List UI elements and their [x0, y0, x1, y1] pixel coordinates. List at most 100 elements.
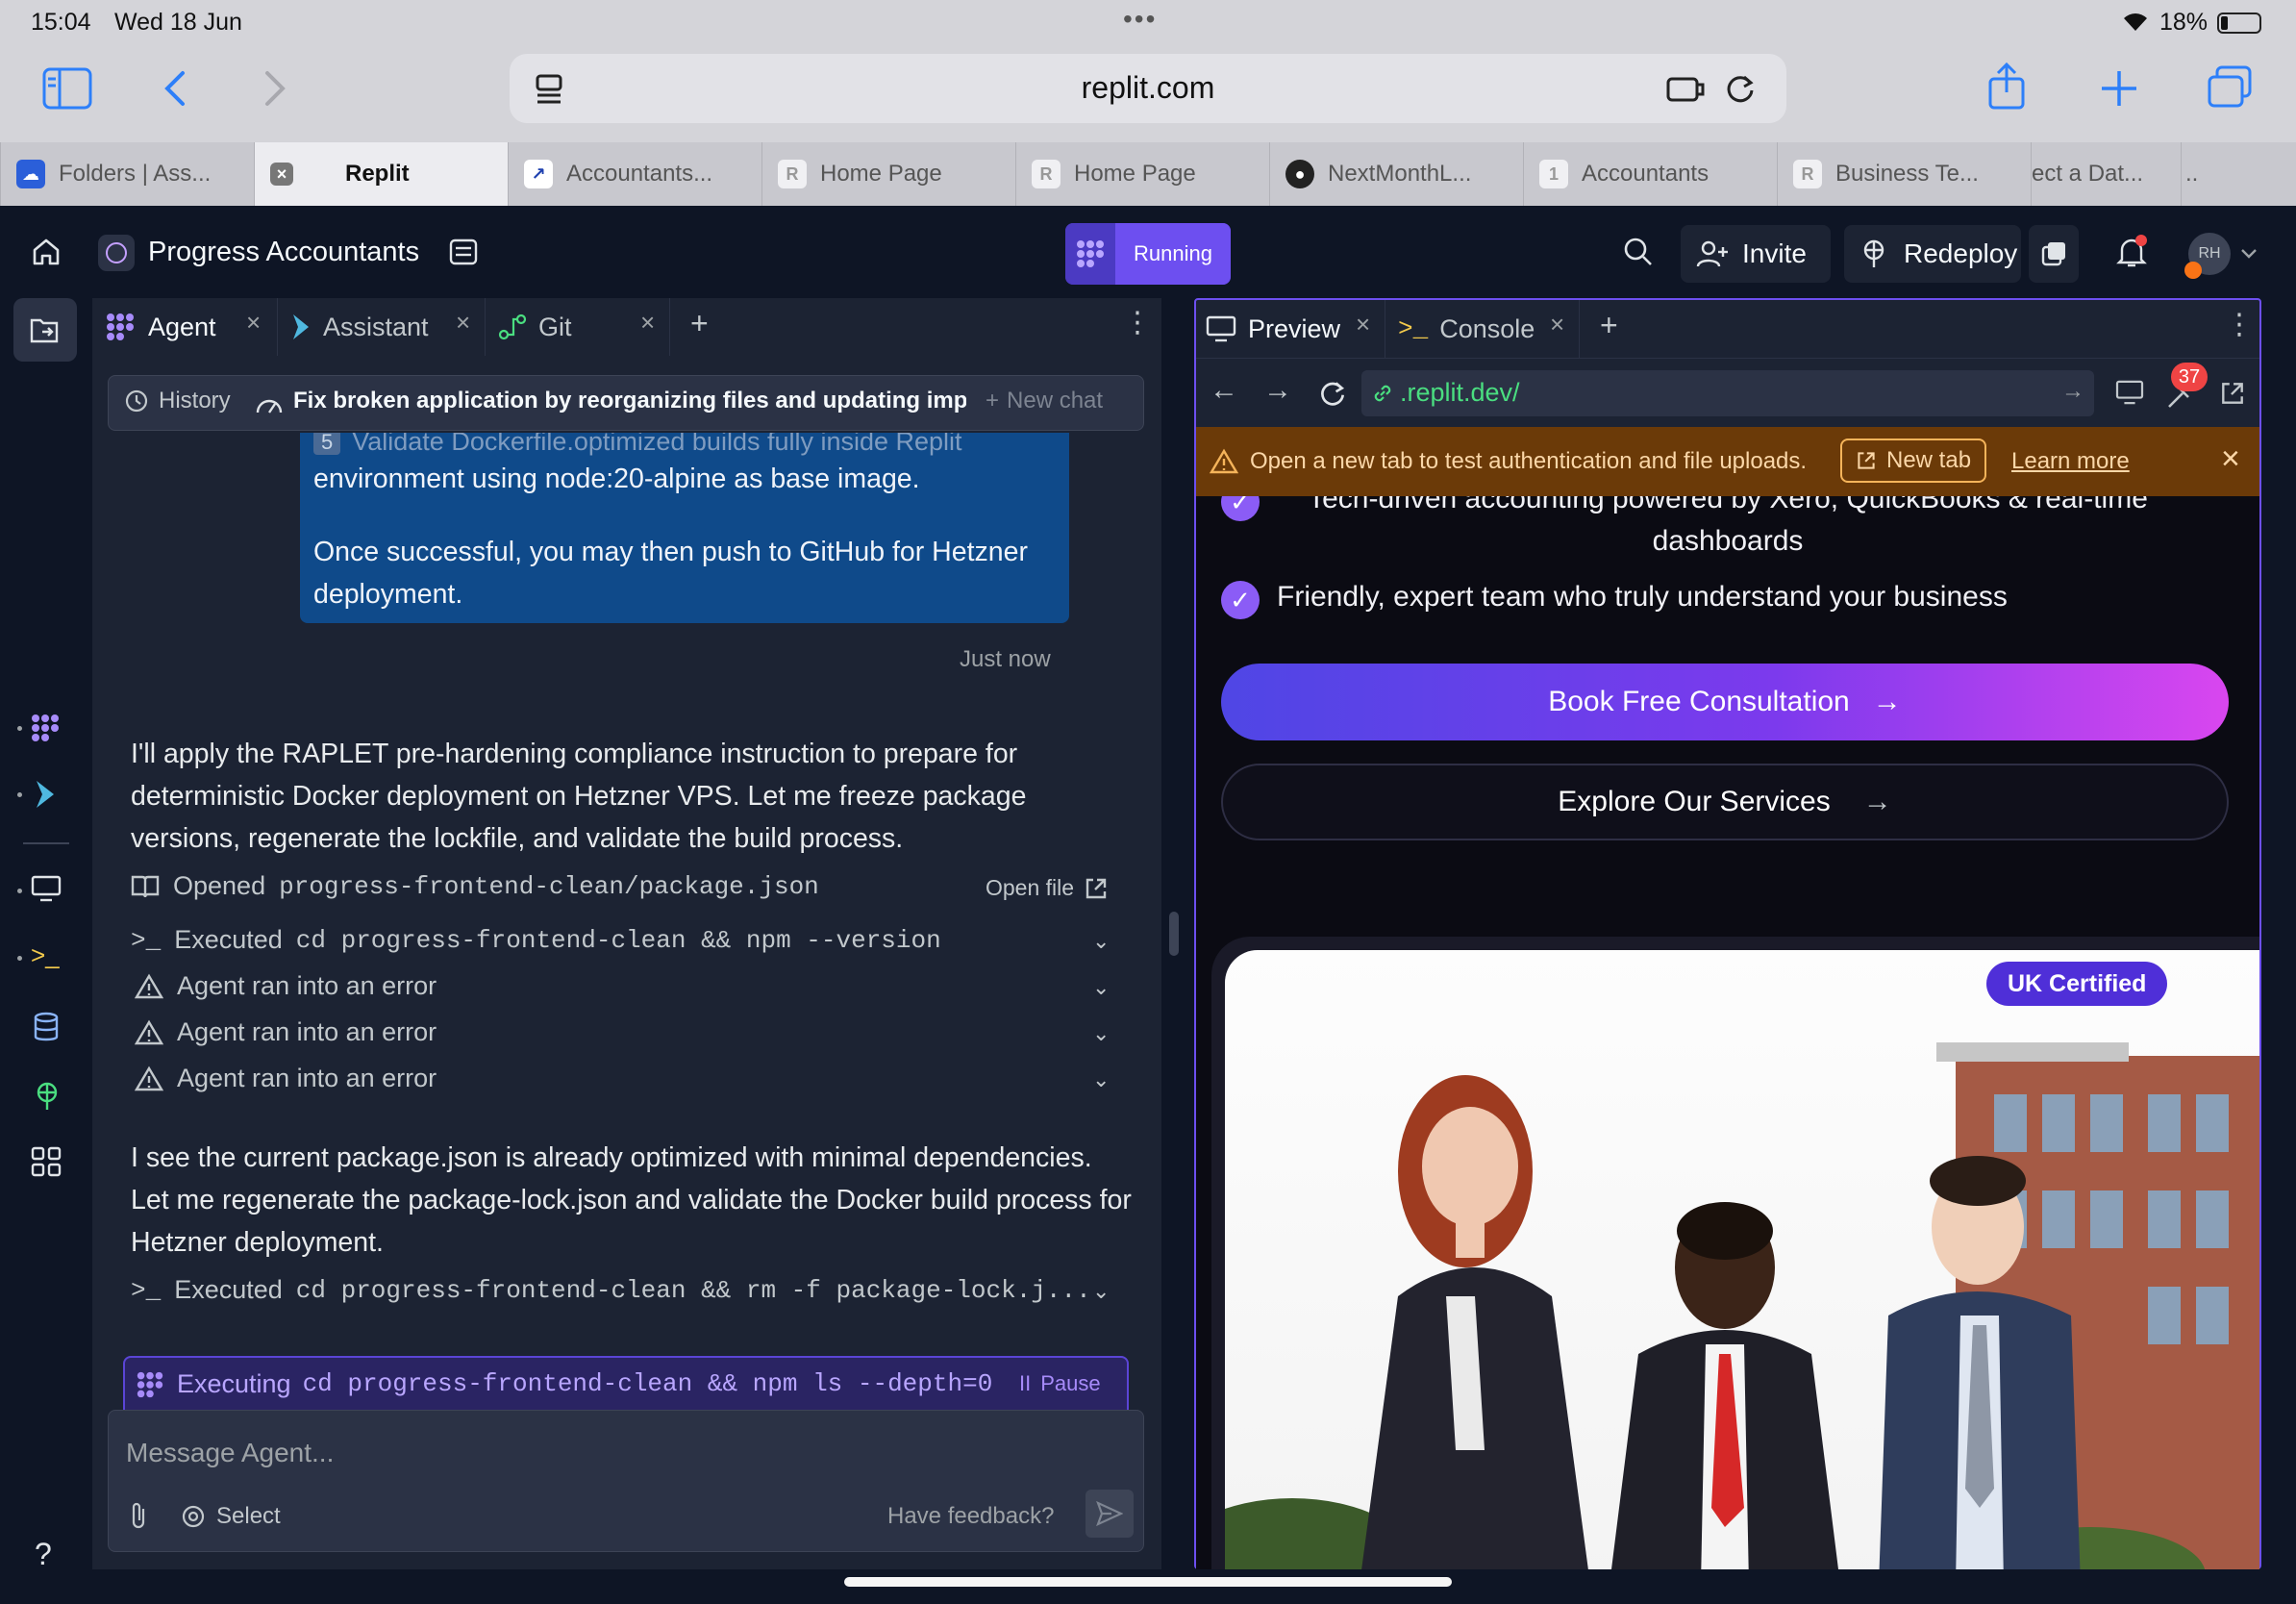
opened-file-row[interactable]: Opened progress-frontend-clean/package.j…	[131, 871, 819, 901]
extension-icon[interactable]	[1665, 73, 1706, 106]
close-icon[interactable]: ×	[246, 308, 261, 338]
close-icon[interactable]: ×	[1356, 310, 1370, 339]
run-status-button[interactable]: Running	[1065, 223, 1231, 285]
select-element-button[interactable]: Select	[180, 1503, 281, 1530]
tab-git[interactable]: Git	[498, 300, 572, 354]
deploy-status-button[interactable]	[2029, 225, 2079, 283]
help-icon[interactable]: ?	[35, 1537, 52, 1572]
arrow-right-icon: →	[1862, 786, 1892, 817]
files-rail-button[interactable]	[13, 298, 77, 362]
more-menu-icon[interactable]: ⋮	[2225, 308, 2254, 341]
invite-button[interactable]: Invite	[1681, 225, 1831, 283]
explore-services-button[interactable]: Explore Our Services →	[1221, 764, 2229, 840]
browser-tab[interactable]: R Business Te...	[1777, 142, 2031, 206]
message-input[interactable]: Message Agent...	[126, 1438, 334, 1468]
tab-overview-icon[interactable]	[2208, 65, 2254, 110]
database-rail-icon[interactable]	[33, 1012, 60, 1042]
warning-icon	[135, 973, 163, 998]
back-icon[interactable]: ←	[1210, 374, 1238, 407]
action-target: progress-frontend-clean/package.json	[279, 871, 819, 901]
executed-command-row[interactable]: >_ Executed cd progress-frontend-clean &…	[131, 1275, 1091, 1305]
history-button[interactable]: History	[124, 388, 231, 414]
browser-tab[interactable]: ..	[2181, 142, 2246, 206]
reload-icon[interactable]	[1723, 71, 1758, 106]
browser-tab[interactable]: ☁ Folders | Ass...	[0, 142, 254, 206]
agent-rail-icon[interactable]	[29, 712, 62, 744]
sidebar-icon[interactable]	[42, 67, 92, 110]
redeploy-button[interactable]: Redeploy	[1844, 225, 2021, 283]
tab-preview[interactable]: Preview	[1206, 302, 1340, 356]
open-new-window-icon[interactable]	[2219, 380, 2246, 407]
new-tab-icon[interactable]	[2100, 69, 2138, 108]
tab-label: ect a Dat...	[2032, 161, 2144, 187]
send-button[interactable]	[1086, 1490, 1134, 1538]
pause-label: Pause	[1040, 1371, 1101, 1395]
search-icon[interactable]	[1623, 237, 1654, 267]
reload-icon[interactable]	[1317, 378, 1348, 409]
apps-grid-icon[interactable]	[31, 1146, 62, 1177]
multitask-dots-icon[interactable]: •••	[1123, 4, 1157, 35]
device-icon[interactable]	[2115, 380, 2144, 405]
project-logo-icon[interactable]	[98, 235, 135, 271]
paperclip-icon[interactable]	[128, 1501, 149, 1532]
chevron-down-icon[interactable]: ⌄	[1092, 1021, 1110, 1046]
browser-tab[interactable]: ↗ Accountants...	[508, 142, 761, 206]
more-menu-icon[interactable]: ⋮	[1123, 306, 1152, 339]
preview-rail-icon[interactable]	[31, 875, 62, 902]
home-indicator[interactable]	[844, 1577, 1452, 1587]
executed-command-row[interactable]: >_ Executed cd progress-frontend-clean &…	[131, 925, 941, 955]
go-arrow-icon[interactable]: →	[2061, 378, 2084, 405]
book-consultation-button[interactable]: Book Free Consultation →	[1221, 664, 2229, 740]
close-icon[interactable]: ×	[640, 308, 655, 338]
project-name[interactable]: Progress Accountants	[148, 237, 419, 268]
forward-icon[interactable]: →	[1263, 374, 1292, 407]
feedback-link[interactable]: Have feedback?	[887, 1503, 1054, 1530]
console-rail-icon[interactable]: >_	[31, 940, 60, 970]
browser-tab-active[interactable]: × Replit	[254, 142, 508, 206]
close-tab-icon[interactable]: ×	[270, 163, 293, 186]
assistant-rail-icon[interactable]	[33, 779, 58, 810]
redeploy-label: Redeploy	[1904, 238, 2018, 268]
project-menu-icon[interactable]	[448, 237, 479, 267]
pause-button[interactable]: II Pause	[1019, 1371, 1101, 1396]
new-chat-button[interactable]: + New chat	[986, 388, 1103, 414]
action-target: cd progress-frontend-clean && rm -f pack…	[295, 1275, 1091, 1305]
pane-resize-handle[interactable]	[1169, 912, 1179, 956]
add-tab-icon[interactable]: +	[690, 306, 709, 341]
tab-agent[interactable]: Agent	[104, 300, 216, 354]
chevron-down-icon[interactable]	[2240, 248, 2258, 260]
chevron-down-icon[interactable]: ⌄	[1092, 929, 1110, 954]
browser-tab[interactable]: ● NextMonthL...	[1269, 142, 1523, 206]
browser-tab[interactable]: R Home Page	[1015, 142, 1269, 206]
add-user-icon	[1696, 240, 1728, 267]
tab-label: Agent	[148, 312, 216, 341]
browser-tab[interactable]: ect a Dat...	[2031, 142, 2181, 206]
forward-icon[interactable]	[262, 69, 288, 108]
error-row[interactable]: Agent ran into an error	[135, 1017, 437, 1047]
chevron-down-icon[interactable]: ⌄	[1092, 1279, 1110, 1304]
deployments-rail-icon[interactable]	[33, 1081, 62, 1112]
chat-title[interactable]: Fix broken application by reorganizing f…	[293, 388, 966, 414]
chevron-down-icon[interactable]: ⌄	[1092, 975, 1110, 1000]
close-icon[interactable]: ×	[456, 308, 470, 338]
error-row[interactable]: Agent ran into an error	[135, 1064, 437, 1093]
close-icon[interactable]: ×	[1550, 310, 1564, 339]
open-file-button[interactable]: Open file	[986, 875, 1109, 901]
address-bar[interactable]: replit.com	[510, 54, 1786, 123]
close-icon[interactable]: ×	[2221, 440, 2240, 478]
error-row[interactable]: Agent ran into an error	[135, 971, 437, 1001]
bell-icon[interactable]	[2115, 235, 2148, 269]
chevron-down-icon[interactable]: ⌄	[1092, 1067, 1110, 1092]
tab-assistant[interactable]: Assistant	[290, 300, 429, 354]
add-tab-icon[interactable]: +	[1600, 308, 1618, 343]
back-icon[interactable]	[162, 69, 188, 108]
share-icon[interactable]	[1986, 62, 2027, 112]
preview-url-bar[interactable]: .replit.dev/ →	[1361, 370, 2094, 416]
browser-tab[interactable]: R Home Page	[761, 142, 1015, 206]
home-icon[interactable]	[31, 237, 62, 267]
browser-tab[interactable]: 1 Accountants	[1523, 142, 1777, 206]
new-tab-button[interactable]: New tab	[1840, 439, 1987, 483]
tab-console[interactable]: >_ Console	[1398, 302, 1535, 356]
learn-more-link[interactable]: Learn more	[2011, 448, 2130, 475]
browser-tab-strip: ☁ Folders | Ass... × Replit ↗ Accountants..…	[0, 142, 2296, 206]
